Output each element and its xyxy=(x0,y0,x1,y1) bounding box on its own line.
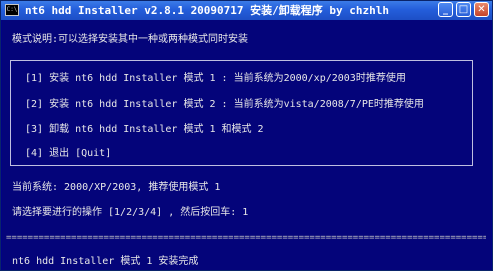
minimize-button[interactable]: _ xyxy=(438,2,453,17)
maximize-button[interactable]: □ xyxy=(456,2,471,17)
menu-box: [1] 安装 nt6 hdd Installer 模式 1 : 当前系统为200… xyxy=(10,60,473,166)
window-title: nt6 hdd Installer v2.8.1 20090717 安装/卸载程… xyxy=(25,4,390,17)
close-button[interactable]: ✕ xyxy=(474,2,489,17)
console-window: C:\ nt6 hdd Installer v2.8.1 20090717 安装… xyxy=(0,0,493,271)
menu-item-install-mode-1: [1] 安装 nt6 hdd Installer 模式 1 : 当前系统为200… xyxy=(25,73,406,84)
menu-item-uninstall: [3] 卸载 nt6 hdd Installer 模式 1 和模式 2 xyxy=(25,124,264,135)
console-app-icon[interactable]: C:\ xyxy=(5,4,19,16)
current-system-line: 当前系统: 2000/XP/2003, 推荐使用模式 1 xyxy=(12,182,221,193)
result-line: nt6 hdd Installer 模式 1 安装完成 xyxy=(12,256,199,267)
separator-line: ========================================… xyxy=(6,233,486,243)
prompt-line: 请选择要进行的操作 [1/2/3/4] , 然后按回车: 1 xyxy=(12,207,249,218)
menu-item-install-mode-2: [2] 安装 nt6 hdd Installer 模式 2 : 当前系统为vis… xyxy=(25,99,424,110)
menu-item-quit: [4] 退出 [Quit] xyxy=(25,148,112,159)
mode-description: 模式说明:可以选择安装其中一种或两种模式同时安装 xyxy=(12,34,249,45)
title-bar[interactable]: C:\ nt6 hdd Installer v2.8.1 20090717 安装… xyxy=(1,1,492,20)
console-output[interactable]: 模式说明:可以选择安装其中一种或两种模式同时安装 [1] 安装 nt6 hdd … xyxy=(2,20,491,270)
